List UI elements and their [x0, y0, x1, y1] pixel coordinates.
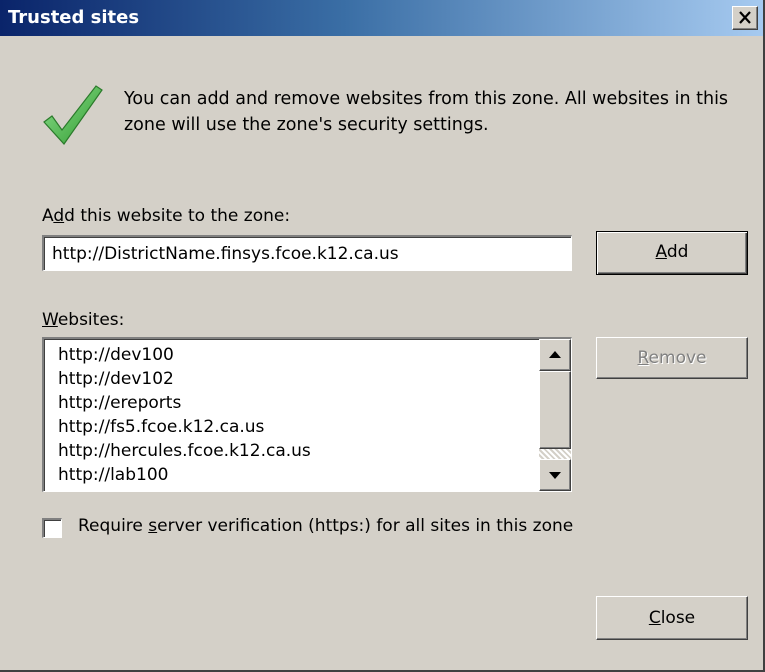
list-item[interactable]: http://fs5.fcoe.k12.ca.us — [58, 415, 538, 439]
require-verification-checkbox[interactable] — [42, 518, 62, 538]
websites-list[interactable]: http://dev100 http://dev102 http://erepo… — [42, 337, 572, 492]
close-button[interactable]: Close — [596, 596, 748, 640]
require-verification-label[interactable]: Require server verification (https:) for… — [78, 516, 573, 536]
scroll-down-button[interactable] — [539, 459, 571, 491]
list-item[interactable]: http://lab100 — [58, 463, 538, 487]
list-item[interactable]: http://hercules.fcoe.k12.ca.us — [58, 439, 538, 463]
green-checkmark-icon — [43, 85, 103, 145]
websites-label: Websites: — [42, 310, 125, 330]
dialog-title: Trusted sites — [8, 7, 140, 28]
trusted-sites-dialog: Trusted sites You can add and remove web… — [0, 0, 765, 672]
close-icon — [739, 11, 751, 24]
list-item[interactable]: http://ereports — [58, 391, 538, 415]
list-item[interactable]: http://dev100 — [58, 343, 538, 367]
close-window-button[interactable] — [732, 6, 758, 30]
zone-description: You can add and remove websites from thi… — [124, 89, 729, 135]
arrow-down-icon — [549, 472, 561, 479]
add-website-label: Add this website to the zone: — [42, 206, 291, 226]
scroll-up-button[interactable] — [539, 339, 571, 371]
title-bar[interactable]: Trusted sites — [0, 0, 763, 36]
scrollbar-track[interactable] — [539, 449, 571, 459]
scrollbar-thumb[interactable] — [539, 371, 571, 449]
website-url-input[interactable]: http://DistrictName.finsys.fcoe.k12.ca.u… — [42, 235, 572, 271]
list-item[interactable]: http://dev102 — [58, 367, 538, 391]
websites-scrollbar[interactable] — [539, 339, 571, 491]
arrow-up-icon — [549, 351, 561, 358]
remove-button[interactable]: Remove — [596, 337, 748, 379]
add-button[interactable]: Add — [596, 231, 748, 275]
